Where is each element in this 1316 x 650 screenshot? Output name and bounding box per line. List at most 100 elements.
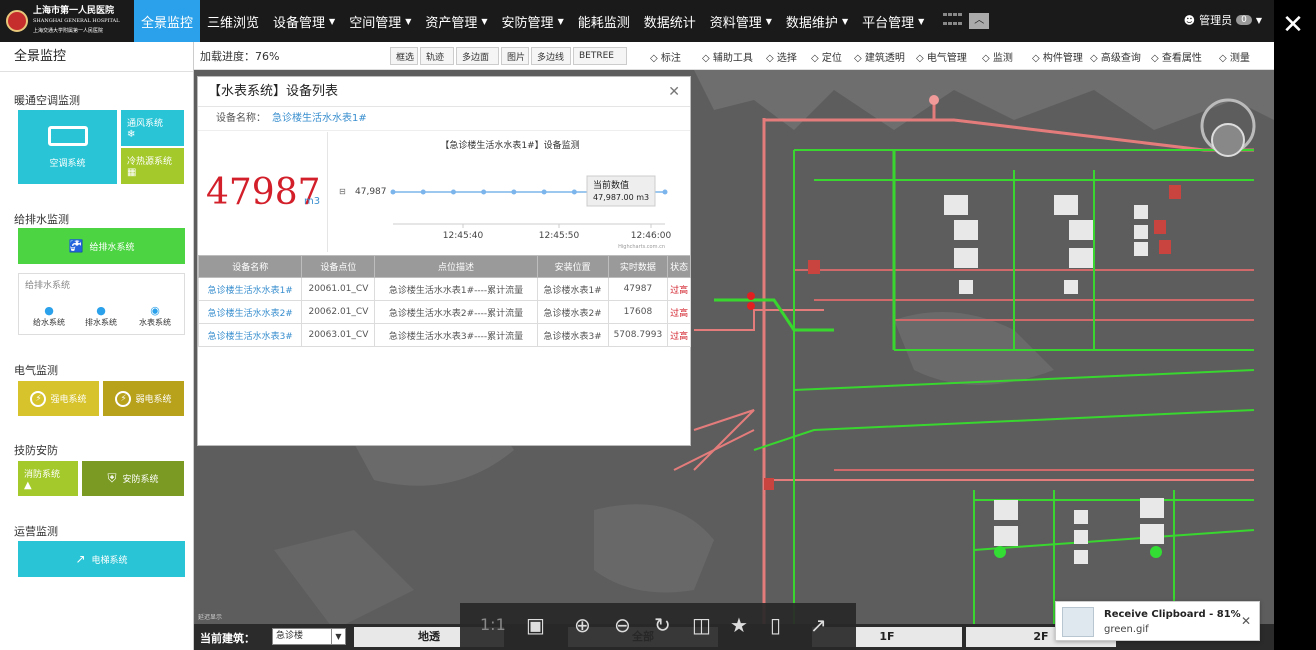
zoom-reset-button[interactable]: 1:1 [480,613,506,637]
map-tool-label: 选择 [776,53,797,64]
nav-item[interactable]: 空间管理 ▼ [342,0,418,42]
tool-icon: ◇ [982,53,993,64]
bookmark-icon[interactable]: ★ [730,613,748,637]
toolbar-button[interactable]: BETREE [573,47,627,65]
save-icon[interactable]: ◫ [692,613,711,637]
building-select[interactable]: 急诊楼 ▼ [272,628,346,645]
section-electric: 电气监测 [14,364,58,377]
nav-item[interactable]: 三维浏览 [200,0,266,42]
device-name-value[interactable]: 急诊楼生活水水表1# [272,113,367,124]
ventilation-tile[interactable]: 通风系统 ❄ [121,110,184,146]
ac-system-tile[interactable]: 空调系统 [18,110,117,184]
map-tool[interactable]: ◇ 辅助工具 [702,49,753,64]
tool-icon: ◇ [1090,53,1101,64]
image-file-icon [1062,607,1094,637]
share-icon[interactable]: ↗ [810,613,827,637]
map-tool-label: 高级查询 [1100,53,1141,64]
nav-item[interactable]: 资料管理 ▼ [703,0,779,42]
water-drop-icon: ● [96,304,106,317]
defense-system-tile[interactable]: ⛨ 安防系统 [82,461,184,496]
hospital-logo[interactable]: 上海市第一人民医院 SHANGHAI GENERAL HOSPITAL 上海交通… [0,0,134,42]
nav-item[interactable]: 资产管理 ▼ [418,0,494,42]
map-tool[interactable]: ◇ 测量 [1219,49,1250,64]
map-tool[interactable]: ◇ 高级查询 [1090,49,1141,64]
toolbar-button[interactable]: 多边面 [456,47,499,65]
user-icon: ☻ [1183,13,1196,27]
table-row[interactable]: 急诊楼生活水水表3# 20063.01_CV 急诊楼生活水水表3#----累计流量急… [197,323,691,347]
map-tool[interactable]: ◇ 监测 [982,49,1013,64]
tooltip-title: 当前数值 [593,179,629,191]
nav-item[interactable]: 数据统计 [637,0,703,42]
strong-power-tile[interactable]: ⚡ 强电系统 [18,381,99,416]
table-cell: 过高 [667,277,691,301]
map-tool[interactable]: ◇ 查看属性 [1151,49,1202,64]
chevron-down-icon: ▼ [481,16,488,26]
map-tool[interactable]: ◇ 建筑透明 [854,49,905,64]
data-point [662,189,668,195]
air-conditioner-icon [47,125,88,146]
tool-icon: ◇ [1219,53,1230,64]
close-icon[interactable]: ✕ [1241,614,1251,628]
tablet-icon[interactable]: ▯ [770,613,781,637]
chart-title: 【急诊楼生活水水表1#】设备监测 [440,139,579,151]
tool-icon: ◇ [702,53,713,64]
faucet-icon: 🚰 [68,239,84,253]
zoom-in-icon[interactable]: ⊕ [574,613,591,637]
fullscreen-icon[interactable]: ▣ [526,613,545,637]
nav-item[interactable]: 平台管理 ▼ [855,0,931,42]
fire-system-tile[interactable]: 消防系统 ▲ [18,461,78,496]
left-sidebar: 全景监控 暖通空调监测 空调系统 通风系统 ❄ 冷热源系统 ▦ 给排水监测 🚰 … [0,42,194,650]
table-row[interactable]: 急诊楼生活水水表2# 20062.01_CV 急诊楼生活水水表2#----累计流量急… [197,300,691,324]
nav-item[interactable]: 安防管理 ▼ [495,0,571,42]
map-tool-label: 辅助工具 [712,53,753,64]
nav-item[interactable]: 数据维护 ▼ [779,0,855,42]
toolbar-button[interactable]: 框选 [390,47,418,65]
close-icon[interactable]: ✕ [668,77,680,107]
map-tool[interactable]: ◇ 选择 [766,49,797,64]
chiller-tile[interactable]: 冷热源系统 ▦ [121,148,184,184]
tool-icon: ◇ [1151,53,1162,64]
table-cell: 5708.7993 [607,323,669,347]
user-menu[interactable]: ☻ 管理员 0 ▼ [1184,12,1262,28]
toolbar-button[interactable]: 多边线 [531,47,571,65]
notification-title: Receive Clipboard - 81% [1104,609,1241,620]
chevron-down-icon: ▼ [1255,15,1262,25]
table-cell: 急诊楼生活水水表3#----累计流量 [374,323,538,347]
water-meter-button[interactable]: ◉ 水表系统 [133,304,177,328]
shield-icon: ⛨ [107,471,117,485]
monitor-chart: 【急诊楼生活水水表1#】设备监测 ⊟ 47,987 12:45:40 12:45:50 1… [329,132,691,252]
table-cell: 17608 [607,300,669,324]
map-tool[interactable]: ◇ 构件管理 [1032,49,1083,64]
close-icon[interactable]: ✕ [1276,8,1310,42]
table-cell: 急诊楼生活水水表2#----累计流量 [374,300,538,324]
supply-water-button[interactable]: ● 给水系统 [29,304,69,328]
toolbar-button[interactable]: 轨迹 [420,47,454,65]
logo-subtitle-cn: 上海交通大学附属第一人民医院 [33,28,104,34]
map-tool[interactable]: ◇ 电气管理 [916,49,967,64]
map-tool-label: 电气管理 [926,53,967,64]
fire-system-label: 消防系统 [24,469,61,480]
nav-item[interactable]: 设备管理 ▼ [266,0,342,42]
current-building-label: 当前建筑： [200,632,255,645]
weak-power-tile[interactable]: ⚡ 弱电系统 [103,381,184,416]
nav-item-label: 数据维护 [785,15,838,31]
zoom-out-icon[interactable]: ⊖ [614,613,631,637]
table-cell[interactable]: 急诊楼生活水水表2# [197,300,303,324]
drain-water-button[interactable]: ● 排水系统 [81,304,121,328]
toolbar-button[interactable]: 图片 [501,47,529,65]
rotate-icon[interactable]: ↻ [654,613,671,637]
map-credit: 延迟显示 [198,614,223,621]
map-tool[interactable]: ◇ 定位 [811,49,842,64]
nav-item[interactable]: 能耗监测 [571,0,637,42]
water-system-tile[interactable]: 🚰 给排水系统 [18,228,185,264]
apps-grid-icon[interactable] [943,13,965,29]
nav-item[interactable]: 全景监控 [134,0,201,42]
table-cell[interactable]: 急诊楼生活水水表1# [197,277,303,301]
chevron-down-icon: ▼ [557,16,564,26]
supply-water-label: 给水系统 [33,318,65,327]
elevator-system-tile[interactable]: ↗ 电梯系统 [18,541,185,577]
collapse-toggle[interactable]: ︿ [969,13,990,29]
table-row[interactable]: 急诊楼生活水水表1# 20061.01_CV 急诊楼生活水水表1#----累计流量急… [197,277,691,301]
map-tool[interactable]: ◇ 标注 [650,49,681,64]
table-cell[interactable]: 急诊楼生活水水表3# [197,323,303,347]
